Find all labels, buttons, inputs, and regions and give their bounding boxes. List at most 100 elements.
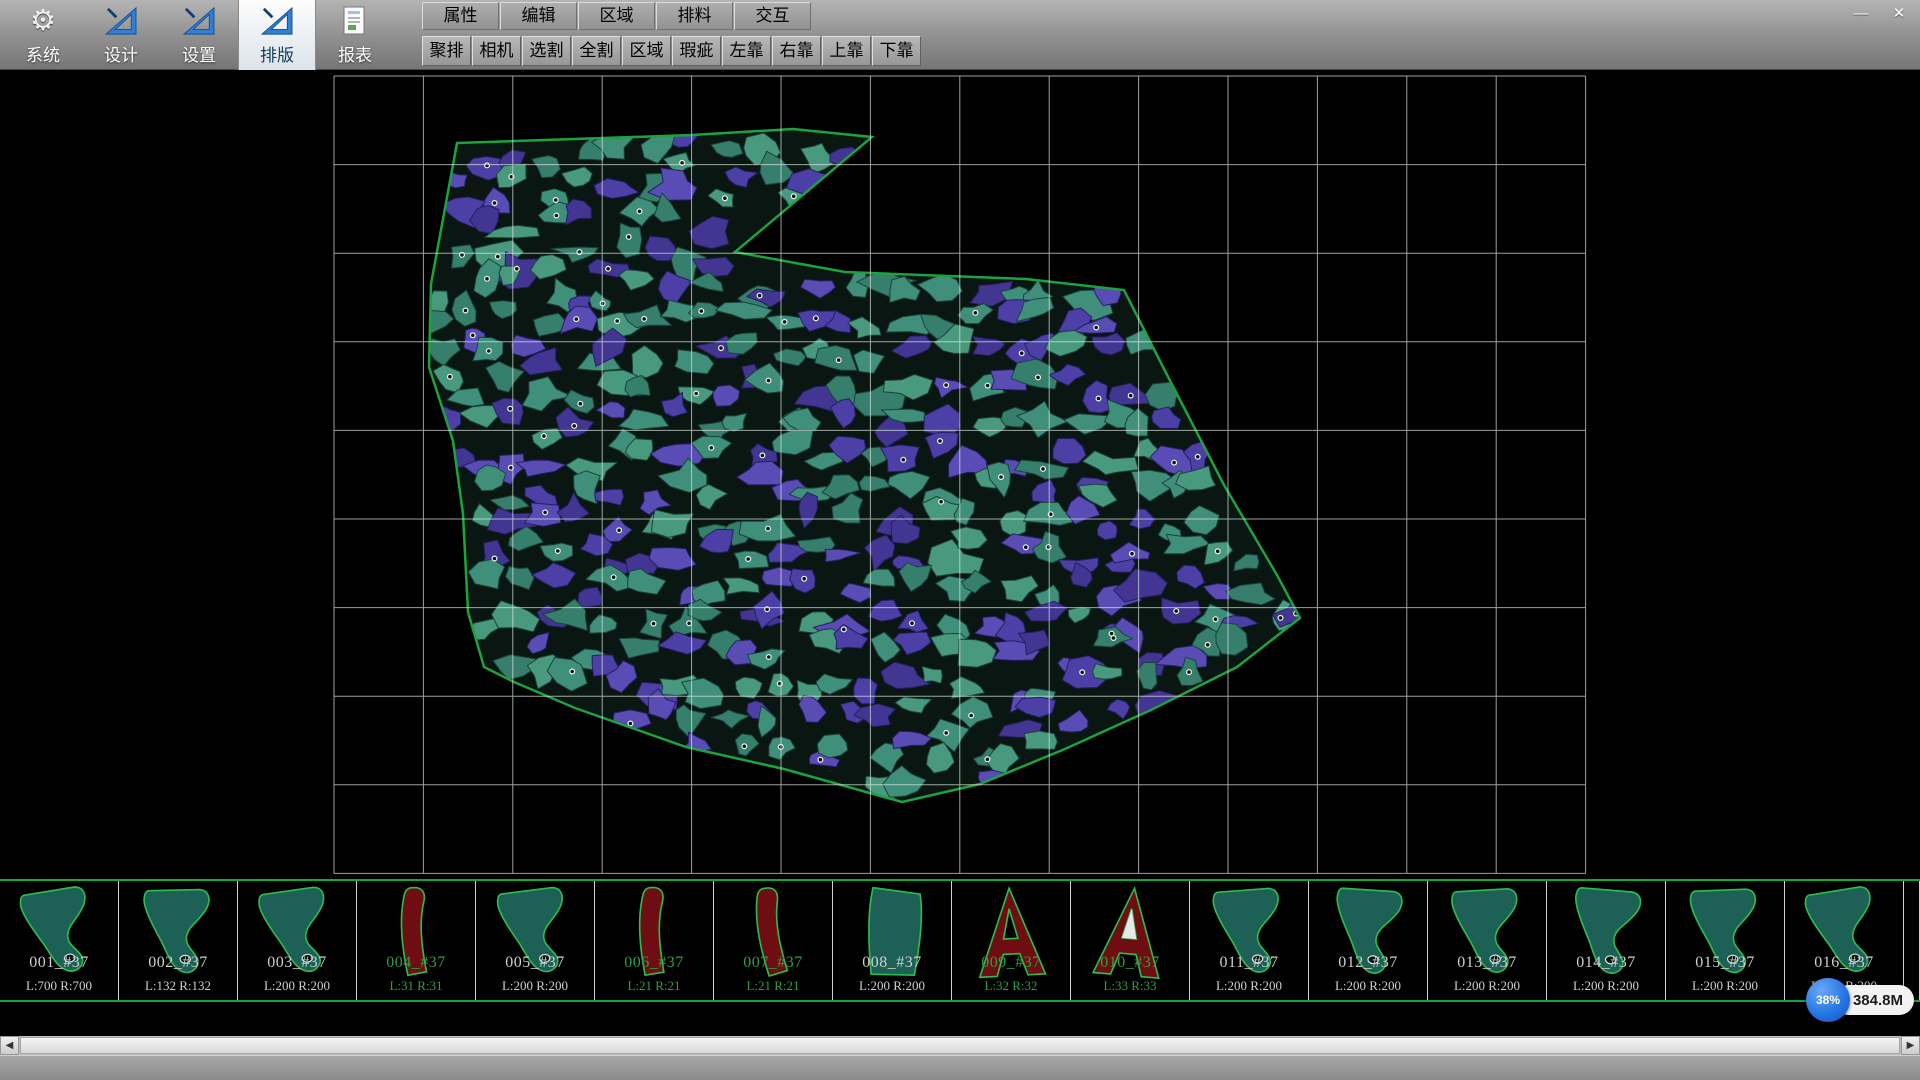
piece-id: 007_#37 <box>714 954 832 972</box>
piece-lr-count: L:200 R:200 <box>1547 978 1665 994</box>
piece-lr-count: L:700 R:700 <box>0 978 118 994</box>
thumbnail-cell[interactable]: 014_#37 L:200 R:200 <box>1547 881 1666 1000</box>
set-square-icon <box>104 4 138 38</box>
tab-nesting[interactable]: 排版 <box>238 0 316 70</box>
tab-system[interactable]: ⚙ 系统 <box>4 0 82 70</box>
menu-edit-button[interactable]: 编辑 <box>500 2 577 30</box>
piece-lr-count: L:32 R:32 <box>952 978 1070 994</box>
piece-thumbnail <box>482 883 589 990</box>
thumbnail-cell[interactable]: 010_#37 L:33 R:33 <box>1071 881 1190 1000</box>
status-bar <box>0 1055 1920 1080</box>
thumbnail-cell[interactable]: 011_#37L:200 R:200 <box>1190 881 1309 1000</box>
scrollbar-thumb[interactable] <box>20 1037 1900 1054</box>
tab-label: 排版 <box>260 41 294 66</box>
piece-thumbnail <box>601 883 708 990</box>
menu-interaction-button[interactable]: 交互 <box>734 2 811 30</box>
tab-label: 系统 <box>26 41 60 66</box>
menu-attributes-button[interactable]: 属性 <box>422 2 499 30</box>
thumbnail-cell[interactable]: 008_#37 L:200 R:200 <box>833 881 952 1000</box>
tab-label: 设计 <box>104 41 138 66</box>
piece-id: 014_#37 <box>1547 954 1665 972</box>
piece-lr-count: L:200 R:200 <box>1666 978 1784 994</box>
piece-id: 016_#37 <box>1785 954 1903 972</box>
piece-lr-count: L:200 R:200 <box>1190 978 1308 994</box>
piece-thumbnail <box>1196 883 1303 990</box>
thumbnail-cell[interactable]: 001_#37 L:700 R:700 <box>0 881 119 1000</box>
scroll-right-arrow-icon[interactable]: ▶ <box>1901 1036 1920 1055</box>
piece-lr-count: L:200 R:200 <box>238 978 356 994</box>
piece-thumbnail <box>839 883 946 990</box>
menu-nesting-button[interactable]: 排料 <box>656 2 733 30</box>
piece-thumbnail <box>1791 883 1898 990</box>
piece-id: 005_#37 <box>476 954 594 972</box>
piece-thumbnail <box>1077 883 1184 990</box>
piece-id: 002_#37 <box>119 954 237 972</box>
minimize-button[interactable]: — <box>1848 2 1874 24</box>
tab-report[interactable]: 报表 <box>316 0 394 70</box>
nesting-layout-svg[interactable] <box>0 70 1920 879</box>
menu-cluster-nest-button[interactable]: 聚排 <box>422 36 471 66</box>
menu-snap-up-button[interactable]: 上靠 <box>822 36 871 66</box>
piece-lr-count: L:200 R:200 <box>1428 978 1546 994</box>
close-button[interactable]: ✕ <box>1886 2 1912 24</box>
thumbnail-cell[interactable]: 015_#37 L:200 R:200 <box>1666 881 1785 1000</box>
report-icon <box>340 4 370 38</box>
piece-id: 008_#37 <box>833 954 951 972</box>
piece-thumbnail <box>363 883 470 990</box>
piece-lr-count: L:200 R:200 <box>1309 978 1427 994</box>
thumbnail-cell[interactable]: 013_#37 L:200 R:200 <box>1428 881 1547 1000</box>
piece-id: 006_#37 <box>595 954 713 972</box>
piece-id: 012_#37 <box>1309 954 1427 972</box>
menu-camera-button[interactable]: 相机 <box>472 36 521 66</box>
piece-id: 009_#37 <box>952 954 1070 972</box>
menu-cut-all-button[interactable]: 全割 <box>572 36 621 66</box>
piece-lr-count: L:21 R:21 <box>714 978 832 994</box>
thumbnail-cell[interactable]: 012_#37 L:200 R:200 <box>1309 881 1428 1000</box>
workspace-canvas[interactable] <box>0 70 1920 879</box>
thumbnail-cell[interactable]: 006_#37L:21 R:21 <box>595 881 714 1000</box>
tab-label: 报表 <box>338 41 372 66</box>
gear-icon: ⚙ <box>30 4 56 38</box>
thumbnail-cell[interactable]: 003_#37 L:200 R:200 <box>238 881 357 1000</box>
menu-snap-left-button[interactable]: 左靠 <box>722 36 771 66</box>
thumbnail-cell[interactable]: 005_#37 L:200 R:200 <box>476 881 595 1000</box>
thumbnail-cell[interactable]: 002_#37 L:132 R:132 <box>119 881 238 1000</box>
piece-lr-count: L:200 R:200 <box>476 978 594 994</box>
thumbnail-cell[interactable]: 009_#37 L:32 R:32 <box>952 881 1071 1000</box>
piece-thumbnail <box>1910 883 1920 990</box>
piece-lr-count: L:132 R:132 <box>119 978 237 994</box>
menu-snap-down-button[interactable]: 下靠 <box>872 36 921 66</box>
piece-thumbnail <box>1553 883 1660 990</box>
piece-id: 010_#37 <box>1071 954 1189 972</box>
tab-label: 设置 <box>182 41 216 66</box>
piece-thumbnail <box>958 883 1065 990</box>
thumbnail-cell[interactable]: 007_#37 L:21 R:21 <box>714 881 833 1000</box>
piece-id: 001_#37 <box>0 954 118 972</box>
menu-region-button[interactable]: 区域 <box>578 2 655 30</box>
piece-thumbnail <box>1315 883 1422 990</box>
thumbnail-cell[interactable]: 004_#37 L:31 R:31 <box>357 881 476 1000</box>
title-toolbar: ⚙系统设计设置排版报表 属性编辑区域排料交互 聚排相机选割全割区域瑕疵左靠右靠上… <box>0 0 1920 70</box>
piece-id: 013_#37 <box>1428 954 1546 972</box>
set-square-icon <box>182 4 216 38</box>
tab-design[interactable]: 设计 <box>82 0 160 70</box>
piece-lr-count: L:31 R:31 <box>357 978 475 994</box>
window-controls: — ✕ <box>1848 2 1912 24</box>
piece-lr-count: L:33 R:33 <box>1071 978 1189 994</box>
piece-id: 015_#37 <box>1666 954 1784 972</box>
piece-id: 003_#37 <box>238 954 356 972</box>
progress-badge: 38% <box>1806 978 1850 1022</box>
menu-select-cut-button[interactable]: 选割 <box>522 36 571 66</box>
tab-settings[interactable]: 设置 <box>160 0 238 70</box>
menu-snap-right-button[interactable]: 右靠 <box>772 36 821 66</box>
piece-id: 004_#37 <box>357 954 475 972</box>
memory-badge: 384.8M 38% <box>1806 978 1920 1022</box>
scroll-left-arrow-icon[interactable]: ◀ <box>0 1036 19 1055</box>
piece-thumbnail <box>720 883 827 990</box>
piece-lr-count: L:200 R:200 <box>833 978 951 994</box>
horizontal-scrollbar[interactable]: ◀ ▶ <box>0 1036 1920 1055</box>
menu-defect-button[interactable]: 瑕疵 <box>672 36 721 66</box>
main-tab-bar: ⚙ 系统 设计 设置 排版 报表 <box>4 0 394 70</box>
piece-thumbnail <box>244 883 351 990</box>
menu-region-button[interactable]: 区域 <box>622 36 671 66</box>
